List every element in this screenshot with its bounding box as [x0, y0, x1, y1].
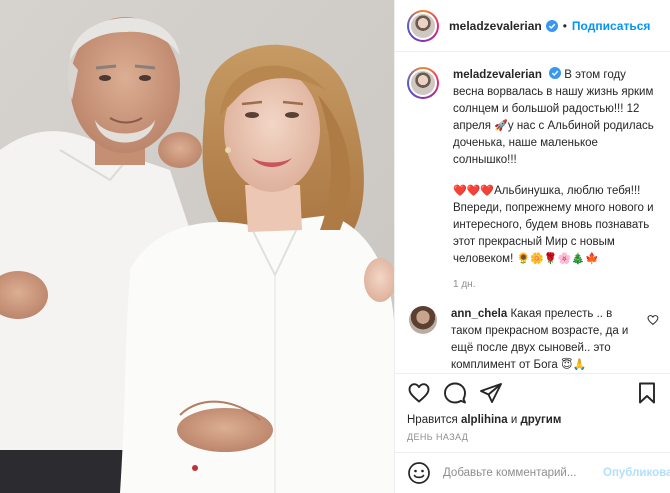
- caption-row: meladzevalerian В этом году весна ворвал…: [407, 67, 659, 293]
- separator-dot: •: [562, 18, 567, 33]
- rocket-emoji: 🚀: [494, 120, 508, 132]
- comment-item: ann_chela Какая прелесть .. в таком прек…: [407, 306, 659, 374]
- comment-emoji: 😇🙏: [561, 359, 587, 371]
- likes-and: и: [510, 414, 518, 426]
- comment-text: ann_chela Какая прелесть .. в таком прек…: [451, 306, 641, 374]
- comments-area[interactable]: meladzevalerian В этом году весна ворвал…: [395, 53, 670, 373]
- comment-input[interactable]: [443, 467, 597, 479]
- bookmark-icon[interactable]: [635, 381, 659, 405]
- hearts-emoji: ❤️❤️❤️: [453, 185, 495, 197]
- heart-icon[interactable]: [407, 381, 431, 405]
- post-header: meladzevalerian • Подписаться: [395, 0, 670, 52]
- likes-others[interactable]: другим: [520, 414, 561, 426]
- post-photo[interactable]: [0, 0, 394, 493]
- action-icons: [407, 376, 659, 410]
- likes-prefix: Нравится: [407, 414, 458, 426]
- commenter-avatar[interactable]: [409, 306, 437, 334]
- caption-username[interactable]: meladzevalerian: [453, 69, 542, 81]
- commenter-username[interactable]: ann_chela: [451, 308, 507, 320]
- instagram-post: meladzevalerian • Подписаться meladzeval…: [0, 0, 670, 493]
- verified-badge-icon: [549, 67, 562, 79]
- add-comment-bar: Опубликовать: [395, 452, 670, 493]
- caption-text: meladzevalerian В этом году весна ворвал…: [453, 67, 658, 293]
- flowers-emoji: 🌻🌼🌹🌸🎄🍁: [516, 253, 599, 265]
- caption-avatar[interactable]: [407, 67, 439, 99]
- likes-user[interactable]: alplihina: [461, 414, 508, 426]
- smile-icon[interactable]: [407, 461, 431, 485]
- post-side-panel: meladzevalerian • Подписаться meladzeval…: [394, 0, 670, 493]
- comment-icon[interactable]: [443, 381, 467, 405]
- author-username[interactable]: meladzevalerian: [449, 19, 542, 33]
- share-icon[interactable]: [479, 381, 503, 405]
- likes-line: Нравится alplihina и другим: [407, 412, 659, 428]
- verified-badge-icon: [545, 19, 558, 32]
- publish-button[interactable]: Опубликовать: [603, 467, 670, 479]
- comment-like-heart-icon[interactable]: [647, 314, 659, 326]
- author-avatar[interactable]: [407, 9, 439, 42]
- follow-button[interactable]: Подписаться: [572, 19, 650, 33]
- caption-time[interactable]: 1 дн.: [453, 276, 658, 293]
- post-date[interactable]: ДЕНЬ НАЗАД: [407, 432, 659, 442]
